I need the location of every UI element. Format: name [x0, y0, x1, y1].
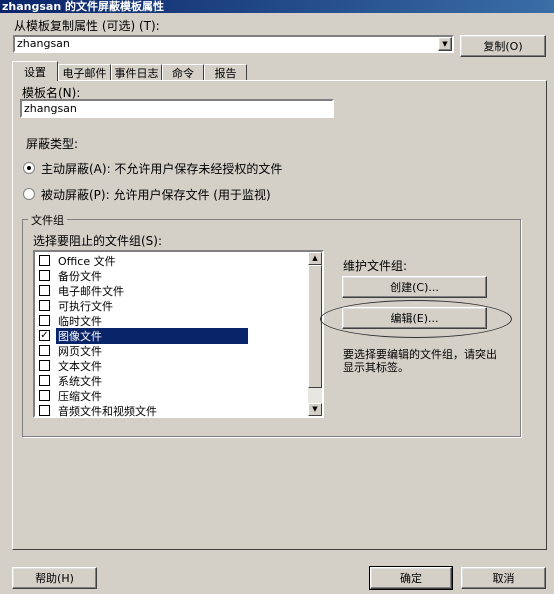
list-item-label: 系统文件	[58, 374, 102, 388]
edit-hint-text: 要选择要编辑的文件组，请突出显示其标签。	[343, 348, 497, 374]
list-item[interactable]: 系统文件	[39, 373, 309, 388]
list-item-label: 文本文件	[58, 359, 102, 373]
list-item[interactable]: 音频文件和视频文件	[39, 403, 309, 418]
listbox-scrollbar[interactable]: ▲ ▼	[308, 252, 322, 416]
ok-button[interactable]: 确定	[369, 566, 453, 590]
file-group-list-label: 选择要阻止的文件组(S):	[33, 234, 163, 248]
cancel-button[interactable]: 取消	[461, 567, 546, 589]
tab-email[interactable]: 电子邮件	[58, 64, 111, 80]
help-button[interactable]: 帮助(H)	[12, 567, 97, 589]
checkbox[interactable]	[39, 375, 50, 386]
list-item-label: 音频文件和视频文件	[58, 404, 157, 418]
list-item[interactable]: 备份文件	[39, 268, 309, 283]
copy-button[interactable]: 复制(O)	[460, 35, 546, 57]
list-item[interactable]: 文本文件	[39, 358, 309, 373]
tab-report[interactable]: 报告	[204, 64, 247, 80]
list-item[interactable]: 网页文件	[39, 343, 309, 358]
list-item-label: 压缩文件	[58, 389, 102, 403]
window-title: zhangsan 的文件屏蔽模板属性	[0, 0, 554, 13]
active-screening-radio[interactable]	[23, 162, 35, 174]
tab-settings[interactable]: 设置	[12, 61, 58, 81]
list-item[interactable]: 临时文件	[39, 313, 309, 328]
list-item[interactable]: Office 文件	[39, 253, 309, 268]
checkbox[interactable]	[39, 360, 50, 371]
radio-selected-dot	[27, 166, 31, 170]
list-item-label: 网页文件	[58, 344, 102, 358]
active-screening-label: 主动屏蔽(A): 不允许用户保存未经授权的文件	[41, 162, 283, 176]
list-item-label: Office 文件	[58, 254, 116, 268]
template-combobox-value: zhangsan	[17, 37, 70, 50]
file-group-listbox[interactable]: Office 文件 备份文件 电子邮件文件 可执行文件 临时文件 ✓ 图像文件 网…	[33, 250, 324, 418]
list-item-label: 图像文件	[56, 327, 248, 344]
passive-screening-label: 被动屏蔽(P): 允许用户保存文件 (用于监视)	[41, 188, 271, 202]
passive-screening-radio[interactable]	[23, 188, 35, 200]
scrollbar-thumb[interactable]	[308, 265, 322, 388]
list-item-label: 电子邮件文件	[58, 284, 124, 298]
checkbox[interactable]	[39, 285, 50, 296]
file-group-title: 文件组	[28, 212, 67, 228]
template-name-input[interactable]: zhangsan	[20, 99, 334, 118]
checkbox[interactable]	[39, 255, 50, 266]
screening-type-heading: 屏蔽类型:	[26, 137, 79, 151]
scroll-down-arrow-icon[interactable]: ▼	[308, 403, 322, 416]
list-item[interactable]: 电子邮件文件	[39, 283, 309, 298]
template-combobox[interactable]: zhangsan ▼	[13, 35, 454, 53]
list-item-selected[interactable]: ✓ 图像文件	[39, 327, 309, 344]
list-item-label: 可执行文件	[58, 299, 113, 313]
tab-event-log[interactable]: 事件日志	[111, 64, 162, 80]
checkbox[interactable]	[39, 315, 50, 326]
checkbox[interactable]	[39, 390, 50, 401]
dropdown-arrow-icon[interactable]: ▼	[438, 37, 452, 51]
list-item-label: 备份文件	[58, 269, 102, 283]
tab-command[interactable]: 命令	[162, 64, 204, 80]
checkbox[interactable]	[39, 300, 50, 311]
checkbox-checked[interactable]: ✓	[39, 330, 50, 341]
template-name-value: zhangsan	[24, 102, 77, 115]
scroll-up-arrow-icon[interactable]: ▲	[308, 252, 322, 265]
list-item-label: 临时文件	[58, 314, 102, 328]
create-button[interactable]: 创建(C)...	[342, 276, 487, 298]
list-item[interactable]: 可执行文件	[39, 298, 309, 313]
checkbox[interactable]	[39, 345, 50, 356]
checkbox[interactable]	[39, 270, 50, 281]
maintain-file-groups-label: 维护文件组:	[343, 259, 408, 273]
copy-from-label: 从模板复制属性 (可选) (T):	[14, 19, 160, 33]
annotation-ellipse	[320, 300, 512, 338]
checkbox[interactable]	[39, 405, 50, 416]
list-item[interactable]: 压缩文件	[39, 388, 309, 403]
